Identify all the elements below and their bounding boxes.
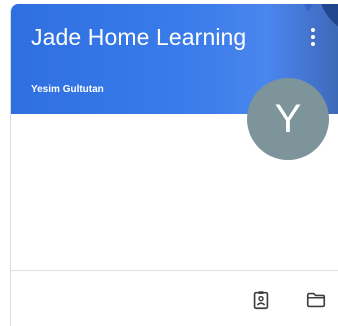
folder-icon xyxy=(306,292,326,308)
more-options-button[interactable] xyxy=(301,22,325,52)
teacher-name[interactable]: Yesim Gultutan xyxy=(31,84,104,95)
class-title[interactable]: Jade Home Learning xyxy=(31,24,246,51)
class-card[interactable]: Jade Home Learning Yesim Gultutan Y xyxy=(10,4,338,326)
more-vert-icon xyxy=(311,28,315,32)
assignment-ind-icon xyxy=(253,291,269,310)
open-class-folder-button[interactable] xyxy=(303,287,329,313)
open-your-work-button[interactable] xyxy=(248,287,274,313)
card-footer-divider xyxy=(11,270,338,271)
teacher-avatar: Y xyxy=(247,78,329,160)
